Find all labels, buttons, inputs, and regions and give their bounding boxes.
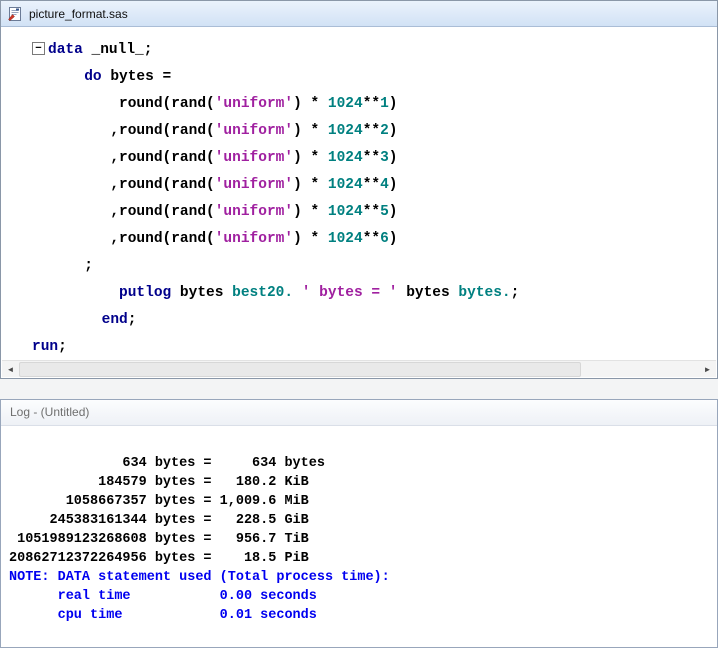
code-token-str: 'uniform'	[214, 96, 294, 112]
editor-window: picture_format.sas − data _null_; do byte…	[0, 0, 718, 379]
code-token-num: 1024	[327, 204, 363, 220]
code-token-plain: bytes	[397, 285, 459, 301]
code-token-num: 1024	[327, 177, 363, 193]
code-token-num: 1024	[327, 231, 363, 247]
code-token-plain: **	[362, 96, 381, 112]
code-token-num: bytes.	[458, 285, 511, 301]
code-token-plain: bytes	[171, 285, 233, 301]
code-token-plain: )	[388, 96, 398, 112]
code-token-plain: _null_;	[82, 42, 153, 58]
code-token-plain: ;	[510, 285, 520, 301]
code-token-plain: ,round(rand(	[32, 177, 215, 193]
code-token-plain: ;	[32, 258, 93, 274]
code-token-str: 'uniform'	[214, 231, 294, 247]
code-token-num: best20.	[232, 285, 294, 301]
code-token-plain: ;	[58, 339, 67, 355]
code-token-plain: ;	[127, 312, 137, 328]
code-line: ,round(rand('uniform') * 1024**6)	[32, 226, 716, 253]
code-token-plain: ) *	[293, 123, 328, 139]
log-window-title: Log - (Untitled)	[10, 405, 90, 419]
code-token-plain: )	[388, 177, 398, 193]
code-line: run;	[32, 334, 716, 360]
code-token-plain: ,round(rand(	[32, 123, 215, 139]
code-token-plain: ,round(rand(	[32, 231, 215, 247]
log-output-line: 1058667357 bytes = 1,009.6 MiB	[9, 494, 309, 509]
code-token-str: ' bytes = '	[301, 285, 398, 301]
code-token-num: 6	[380, 231, 389, 247]
code-token-kw: end	[101, 312, 128, 328]
log-content[interactable]: 634 bytes = 634 bytes 184579 bytes = 180…	[2, 426, 716, 646]
scrollbar-thumb[interactable]	[19, 361, 581, 377]
code-token-plain: ) *	[293, 204, 328, 220]
code-token-str: 'uniform'	[214, 177, 294, 193]
code-token-plain: **	[362, 231, 381, 247]
log-output-line: 634 bytes = 634 bytes	[9, 456, 325, 471]
code-token-plain: ,round(rand(	[32, 204, 215, 220]
code-token-num: 4	[380, 177, 389, 193]
code-token-str: 'uniform'	[214, 204, 294, 220]
code-token-plain: )	[388, 204, 398, 220]
code-token-num: 5	[380, 204, 389, 220]
log-titlebar[interactable]: Log - (Untitled)	[1, 400, 717, 426]
editor-titlebar[interactable]: picture_format.sas	[1, 1, 717, 27]
code-token-num: 1	[380, 96, 389, 112]
editor-title: picture_format.sas	[29, 6, 128, 21]
code-token-plain: ,round(rand(	[32, 150, 215, 166]
code-token-plain: )	[388, 150, 398, 166]
code-line: putlog bytes best20. ' bytes = ' bytes b…	[32, 280, 716, 307]
code-token-str: 'uniform'	[214, 150, 294, 166]
code-line: do bytes =	[32, 64, 716, 91]
log-output-line: 20862712372264956 bytes = 18.5 PiB	[9, 551, 309, 566]
code-token-num: 1024	[327, 96, 363, 112]
log-output-line: 245383161344 bytes = 228.5 GiB	[9, 513, 309, 528]
code-token-plain: bytes =	[101, 69, 172, 85]
code-token-kw: do	[84, 69, 102, 85]
code-line: end;	[32, 307, 716, 334]
code-line: ,round(rand('uniform') * 1024**3)	[32, 145, 716, 172]
code-token-plain: )	[388, 123, 398, 139]
code-line: ,round(rand('uniform') * 1024**4)	[32, 172, 716, 199]
code-token-num: 3	[380, 150, 389, 166]
code-token-plain: ) *	[293, 150, 328, 166]
log-output-line: 184579 bytes = 180.2 KiB	[9, 475, 309, 490]
code-token-plain: **	[362, 123, 381, 139]
code-token-kw: data	[48, 42, 83, 58]
code-token-plain: ) *	[293, 96, 328, 112]
log-note-line: NOTE: DATA statement used (Total process…	[9, 570, 390, 585]
log-note-line: cpu time 0.01 seconds	[9, 608, 317, 623]
code-token-plain: **	[362, 204, 381, 220]
code-token-plain: ) *	[293, 231, 328, 247]
code-token-str: 'uniform'	[214, 123, 294, 139]
code-editor[interactable]: − data _null_; do bytes = round(rand('uni…	[2, 27, 716, 360]
code-token-kw: run	[32, 339, 59, 355]
log-window: Log - (Untitled) 634 bytes = 634 bytes 1…	[0, 399, 718, 648]
code-lines: − data _null_; do bytes = round(rand('uni…	[32, 37, 716, 360]
log-note-line: real time 0.00 seconds	[9, 589, 317, 604]
code-token-kw: putlog	[119, 285, 172, 301]
code-token-plain: ) *	[293, 177, 328, 193]
code-token-plain: round(rand(	[32, 96, 215, 112]
editor-horizontal-scrollbar[interactable]: ◄ ►	[2, 360, 716, 377]
code-token-plain: **	[362, 150, 381, 166]
code-line: ,round(rand('uniform') * 1024**2)	[32, 118, 716, 145]
code-token-num: 2	[380, 123, 389, 139]
code-token-plain: **	[362, 177, 381, 193]
code-line: ,round(rand('uniform') * 1024**5)	[32, 199, 716, 226]
code-line: round(rand('uniform') * 1024**1)	[32, 91, 716, 118]
code-fold-collapse-icon[interactable]: −	[32, 42, 45, 55]
code-token-plain: )	[388, 231, 398, 247]
code-line: ;	[32, 253, 716, 280]
scroll-right-arrow-icon[interactable]: ►	[699, 361, 716, 377]
scroll-left-arrow-icon[interactable]: ◄	[2, 361, 19, 377]
sas-program-icon[interactable]	[7, 6, 23, 22]
log-lines: 634 bytes = 634 bytes 184579 bytes = 180…	[9, 454, 716, 625]
code-token-num: 1024	[327, 123, 363, 139]
log-output-line: 1051989123268608 bytes = 956.7 TiB	[9, 532, 309, 547]
code-line: − data _null_;	[32, 37, 716, 64]
code-token-num: 1024	[327, 150, 363, 166]
